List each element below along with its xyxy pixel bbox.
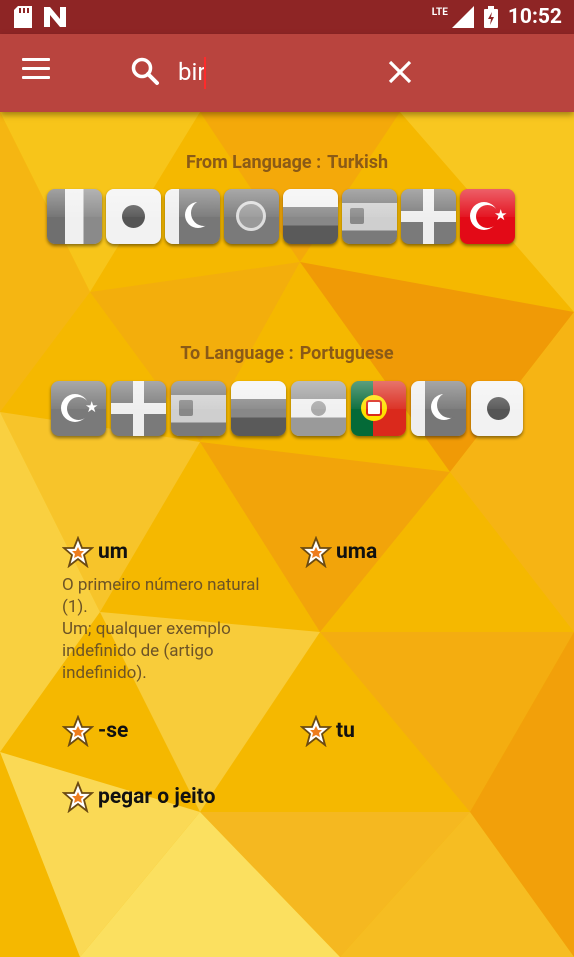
from-language-value: Turkish xyxy=(327,152,389,173)
result-word: uma xyxy=(336,540,378,564)
result-item[interactable]: -se xyxy=(62,715,128,747)
text-cursor xyxy=(204,57,206,89)
battery-icon xyxy=(483,6,498,28)
result-item[interactable]: uma xyxy=(300,536,377,568)
flag-japan[interactable] xyxy=(106,189,161,244)
result-item[interactable]: um O primeiro número natural (1). Um; qu… xyxy=(62,536,282,684)
star-favorite-icon[interactable] xyxy=(62,715,94,747)
flag-italy[interactable] xyxy=(47,189,102,244)
star-favorite-icon[interactable] xyxy=(300,715,332,747)
search-icon[interactable] xyxy=(130,56,160,86)
close-icon[interactable] xyxy=(386,58,414,86)
flag-turkey[interactable]: ★ xyxy=(51,381,106,436)
to-language-label: To Language : Portuguese xyxy=(0,343,574,364)
definition-line-1: O primeiro número natural (1). xyxy=(62,575,260,617)
star-favorite-icon[interactable] xyxy=(62,536,94,568)
flag-england[interactable] xyxy=(401,189,456,244)
result-word: pegar o jeito xyxy=(98,785,216,809)
search-input[interactable] xyxy=(178,52,378,92)
from-language-caption: From Language : xyxy=(185,152,322,173)
star-favorite-icon[interactable] xyxy=(300,536,332,568)
from-language-label: From Language : Turkish xyxy=(0,152,574,173)
result-item[interactable]: pegar o jeito xyxy=(62,781,215,813)
flag-russia[interactable] xyxy=(231,381,286,436)
flag-spain[interactable] xyxy=(171,381,226,436)
definition-line-2: Um; qualquer exemplo indefinido de (arti… xyxy=(62,619,231,683)
clock: 10:52 xyxy=(507,5,562,29)
content-area: From Language : Turkish ★ To Language: … xyxy=(0,112,574,957)
status-bar: LTE 10:52 xyxy=(0,0,574,34)
flag-pakistan[interactable] xyxy=(165,189,220,244)
to-language-value: Portuguese xyxy=(299,343,394,364)
sd-card-icon xyxy=(14,6,32,28)
result-word: -se xyxy=(98,719,129,743)
menu-icon[interactable] xyxy=(22,58,50,80)
network-type: LTE xyxy=(431,7,448,18)
flag-portugal-selected[interactable] xyxy=(351,381,406,436)
flag-argentina[interactable] xyxy=(291,381,346,436)
flag-turkey-selected[interactable]: ★ xyxy=(460,189,515,244)
flag-spain[interactable] xyxy=(342,189,397,244)
result-item[interactable]: tu xyxy=(300,715,355,747)
app-bar xyxy=(0,34,574,112)
flag-portugal-gray[interactable] xyxy=(224,189,279,244)
to-language-caption: To Language : xyxy=(180,343,294,364)
result-definition: O primeiro número natural (1). Um; qualq… xyxy=(62,574,282,684)
n-logo-icon xyxy=(44,7,66,27)
flag-england[interactable] xyxy=(111,381,166,436)
signal-icon xyxy=(451,6,474,28)
from-flag-row: ★ xyxy=(47,189,515,244)
star-favorite-icon[interactable] xyxy=(62,781,94,813)
flag-pakistan[interactable] xyxy=(411,381,466,436)
result-word: tu xyxy=(336,719,355,743)
to-flag-row: ★ xyxy=(51,381,523,436)
result-word: um xyxy=(98,540,128,564)
flag-russia[interactable] xyxy=(283,189,338,244)
flag-japan[interactable] xyxy=(471,381,523,436)
